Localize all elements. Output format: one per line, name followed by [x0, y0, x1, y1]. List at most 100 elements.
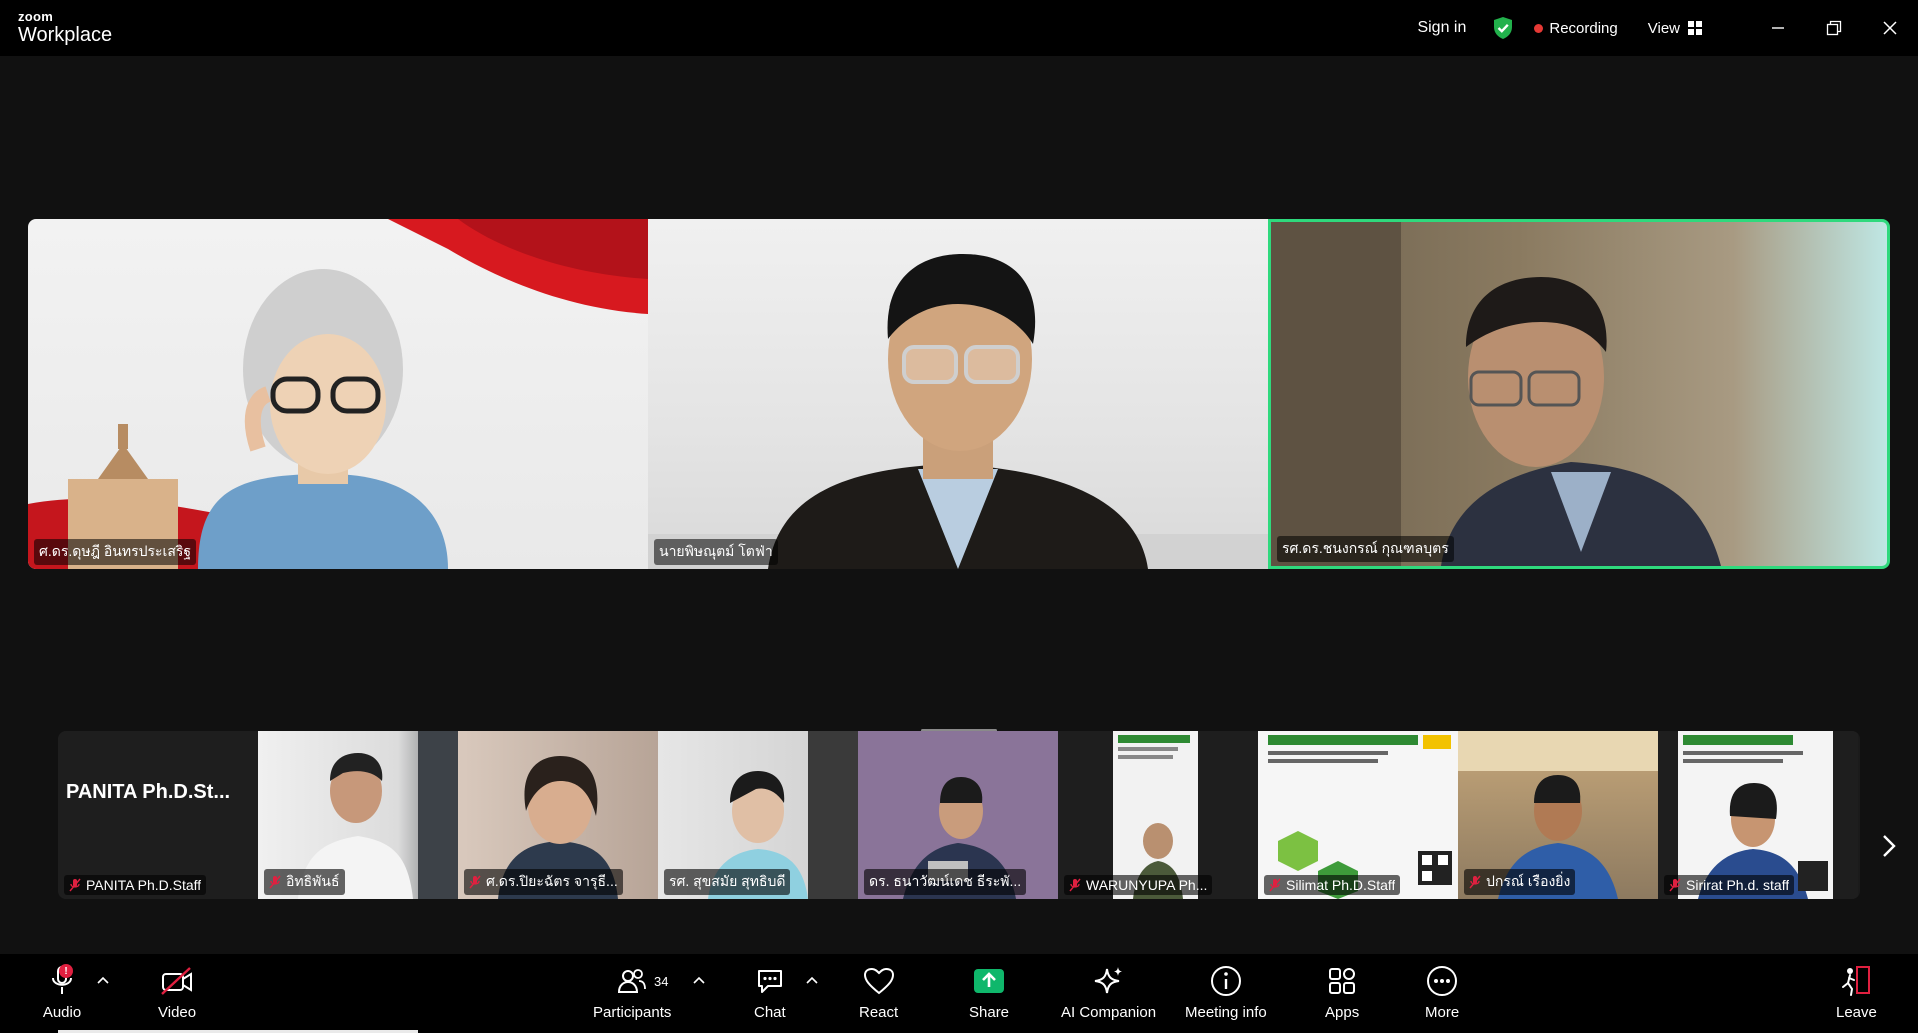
recording-dot-icon	[1534, 23, 1544, 33]
participants-options-caret-icon[interactable]	[693, 976, 705, 984]
audio-alert-badge: !	[59, 964, 73, 978]
recording-label: Recording	[1549, 19, 1618, 37]
share-label: Share	[969, 1004, 1010, 1021]
more-label: More	[1425, 1004, 1460, 1021]
thumbnail-name: Sirirat Ph.d. staff	[1686, 877, 1790, 893]
thumbnail-label: รศ. สุขสมัย สุทธิบดี	[664, 869, 791, 895]
app-logo: zoom Workplace	[18, 10, 112, 45]
chat-button[interactable]: Chat	[754, 964, 786, 1021]
thumbnail-name: PANITA Ph.D.Staff	[86, 877, 202, 893]
thumbnail-label: Silimat Ph.D.Staff	[1264, 875, 1401, 895]
video-label: Video	[158, 1004, 197, 1021]
muted-mic-icon	[269, 875, 281, 889]
thumbnail-8[interactable]: ปกรณ์ เรืองยิ่ง	[1458, 731, 1658, 899]
close-icon	[1883, 21, 1897, 35]
audio-label: Audio	[42, 1004, 82, 1021]
thumbnail-label: อิทธิพันธ์	[264, 869, 345, 895]
leave-door-icon	[1842, 966, 1871, 996]
muted-mic-icon	[1269, 878, 1281, 892]
participant-video-2	[648, 254, 1268, 569]
recording-indicator[interactable]: Recording	[1534, 19, 1618, 37]
ai-sparkle-icon	[1094, 967, 1122, 994]
thumbnail-name: ปกรณ์ เรืองยิ่ง	[1486, 873, 1571, 889]
video-tile-3-active-speaker[interactable]: รศ.ดร.ชนงกรณ์ กุณฑลบุตร	[1268, 219, 1890, 569]
muted-mic-icon	[69, 878, 81, 892]
muted-mic-icon	[1069, 878, 1081, 892]
share-screen-icon	[974, 969, 1005, 993]
minimize-button[interactable]	[1750, 0, 1806, 56]
participant-thumb-video-9	[1678, 731, 1833, 899]
participant-video-3	[1271, 222, 1721, 566]
thumbnail-name: ดร. ธนาวัฒน์เดช ธีระพั...	[869, 873, 1022, 889]
security-shield-icon[interactable]	[1492, 16, 1514, 40]
thumbnail-9[interactable]: Sirirat Ph.d. staff	[1658, 731, 1858, 899]
video-tile-2[interactable]: นายพิษณุตม์ โตฟ่า	[648, 219, 1268, 569]
meeting-toolbar: ! Audio Video Participants 34 Chat React	[0, 954, 1918, 1033]
thumbnail-2[interactable]: อิทธิพันธ์	[258, 731, 458, 899]
thumbnail-name: อิทธิพันธ์	[286, 873, 340, 889]
participant-thumb-video-6	[1113, 731, 1198, 899]
tile-name-1: ศ.ดร.ดุษฎี อินทรประเสริฐ	[34, 539, 197, 565]
thumbnail-label: ปกรณ์ เรืองยิ่ง	[1464, 869, 1576, 895]
next-page-button[interactable]	[1874, 826, 1904, 866]
ai-companion-label: AI Companion	[1061, 1004, 1157, 1021]
apps-icon	[1329, 968, 1356, 994]
apps-label: Apps	[1325, 1004, 1360, 1021]
brand-large: Workplace	[18, 24, 113, 46]
muted-mic-icon	[1469, 875, 1481, 889]
video-camera-off-icon	[161, 967, 193, 995]
thumbnail-name: WARUNYUPA Ph...	[1086, 877, 1208, 893]
leave-label: Leave	[1836, 1004, 1877, 1021]
restore-button[interactable]	[1806, 0, 1862, 56]
audio-button[interactable]: ! Audio	[42, 964, 82, 1021]
video-tile-1[interactable]: ศ.ดร.ดุษฎี อินทรประเสริฐ	[28, 219, 648, 569]
thumbnail-5[interactable]: ดร. ธนาวัฒน์เดช ธีระพั...	[858, 731, 1058, 899]
sign-in-link[interactable]: Sign in	[1417, 19, 1466, 37]
thumbnail-display-name: PANITA Ph.D.St...	[66, 781, 231, 803]
view-button[interactable]: View	[1648, 20, 1702, 37]
chevron-right-icon	[1883, 835, 1896, 857]
view-label: View	[1647, 19, 1680, 37]
more-dots-icon	[1427, 966, 1458, 996]
thumbnail-strip: PANITA Ph.D.St... PANITA Ph.D.Staff อิทธ…	[58, 731, 1860, 899]
thumbnail-6[interactable]: WARUNYUPA Ph...	[1058, 731, 1258, 899]
share-button[interactable]: Share	[969, 964, 1009, 1021]
thumbnail-4[interactable]: รศ. สุขสมัย สุทธิบดี	[658, 731, 858, 899]
heart-icon	[863, 967, 894, 995]
audio-options-caret-icon[interactable]	[97, 976, 109, 984]
title-bar: zoom Workplace Sign in Recording View	[0, 0, 1918, 56]
thumbnail-name: ศ.ดร.ปิยะฉัตร จารุธี...	[486, 873, 618, 889]
thumbnail-3[interactable]: ศ.ดร.ปิยะฉัตร จารุธี...	[458, 731, 658, 899]
meeting-info-button[interactable]: Meeting info	[1185, 964, 1267, 1021]
apps-button[interactable]: Apps	[1325, 964, 1359, 1021]
participant-thumb-video-7	[1268, 735, 1452, 899]
minimize-icon	[1772, 27, 1784, 29]
thumbnail-label: ศ.ดร.ปิยะฉัตร จารุธี...	[464, 869, 623, 895]
thumbnail-1[interactable]: PANITA Ph.D.St... PANITA Ph.D.Staff	[58, 731, 258, 899]
tile-name-3: รศ.ดร.ชนงกรณ์ กุณฑลบุตร	[1277, 536, 1454, 562]
thumbnail-name: รศ. สุขสมัย สุทธิบดี	[669, 873, 786, 889]
participants-icon	[618, 969, 647, 993]
video-button[interactable]: Video	[158, 964, 196, 1021]
participants-count: 34	[654, 974, 669, 989]
info-icon	[1210, 966, 1241, 996]
participant-video-1	[28, 219, 648, 569]
thumbnail-label: Sirirat Ph.d. staff	[1664, 875, 1795, 895]
chat-options-caret-icon[interactable]	[806, 976, 818, 984]
ai-companion-button[interactable]: AI Companion	[1061, 964, 1156, 1021]
meeting-info-label: Meeting info	[1185, 1004, 1267, 1021]
thumbnail-label: WARUNYUPA Ph...	[1064, 875, 1213, 895]
react-label: React	[859, 1004, 899, 1021]
tile-name-2: นายพิษณุตม์ โตฟ่า	[654, 539, 778, 565]
muted-mic-icon	[1669, 878, 1681, 892]
participants-button[interactable]: Participants	[593, 964, 671, 1021]
close-button[interactable]	[1862, 0, 1918, 56]
thumbnail-name: Silimat Ph.D.Staff	[1286, 877, 1396, 893]
react-button[interactable]: React	[859, 964, 898, 1021]
leave-button[interactable]: Leave	[1836, 964, 1877, 1021]
chat-icon	[757, 970, 782, 993]
brand-small: zoom	[18, 9, 54, 24]
restore-icon	[1826, 20, 1842, 36]
thumbnail-7[interactable]: Silimat Ph.D.Staff	[1258, 731, 1458, 899]
more-button[interactable]: More	[1425, 964, 1459, 1021]
